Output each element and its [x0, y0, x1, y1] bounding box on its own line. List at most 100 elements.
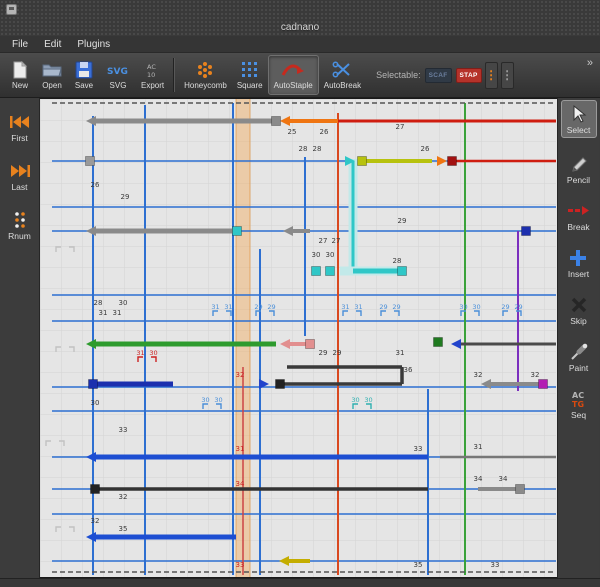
strand-square-endpoint[interactable]	[86, 157, 95, 166]
svg-text:TG: TG	[572, 400, 584, 409]
select-cursor-icon	[569, 104, 589, 124]
seq-tool-button[interactable]: ACTG Seq	[570, 389, 588, 420]
strand-square-endpoint[interactable]	[91, 485, 100, 494]
selectable-scaf-toggle[interactable]: SCAF	[425, 68, 452, 83]
left-tool-panel: First Last Rnum	[0, 98, 40, 578]
autostaple-button[interactable]: AutoStaple	[268, 55, 319, 95]
svg-text:SVG: SVG	[107, 67, 128, 77]
insertion-number: 29	[392, 303, 400, 311]
base-index-label: 34	[474, 475, 483, 483]
main-area: First Last Rnum	[0, 98, 600, 578]
open-button[interactable]: Open	[36, 55, 68, 95]
renumber-icon	[12, 210, 28, 230]
strand-square-endpoint[interactable]	[233, 227, 242, 236]
square-lattice-icon	[241, 61, 259, 80]
insertion-number: 30	[459, 303, 467, 311]
gray-dots-menu-button[interactable]: ⋮	[501, 62, 514, 89]
strand-square-endpoint[interactable]	[448, 157, 457, 166]
strand-square-endpoint[interactable]	[276, 380, 285, 389]
svg-export-button[interactable]: SVG SVG	[100, 55, 136, 95]
cadnano-window: cadnano File Edit Plugins New Open Save	[0, 0, 600, 587]
base-index-label: 28	[299, 145, 308, 153]
first-button[interactable]: First	[9, 112, 31, 143]
insertion-number: 30	[149, 349, 157, 357]
window-title: cadnano	[0, 22, 600, 33]
insert-tool-button[interactable]: Insert	[568, 248, 589, 279]
honeycomb-button[interactable]: Honeycomb	[179, 55, 232, 95]
base-index-label: 27	[319, 237, 328, 245]
base-index-label: 31	[474, 443, 483, 451]
base-index-label: 32	[474, 371, 483, 379]
base-index-label: 34	[499, 475, 508, 483]
skip-tool-button[interactable]: Skip	[570, 295, 588, 326]
strand-square-endpoint[interactable]	[398, 267, 407, 276]
orange-dots-menu-button[interactable]: ⋮	[485, 62, 498, 89]
base-index-label: 30	[91, 399, 100, 407]
strand-square-endpoint[interactable]	[306, 340, 315, 349]
titlebar[interactable]: cadnano	[0, 0, 600, 36]
strand-square-endpoint[interactable]	[516, 485, 525, 494]
base-index-label: 34	[236, 480, 245, 488]
last-button[interactable]: Last	[9, 161, 31, 192]
strand-square-endpoint[interactable]	[312, 267, 321, 276]
base-index-label: 27	[332, 237, 341, 245]
menu-file[interactable]: File	[4, 38, 36, 51]
strand-square-endpoint[interactable]	[434, 338, 443, 347]
base-index-label: 28	[393, 257, 402, 265]
strand-square-endpoint[interactable]	[272, 117, 281, 126]
insertion-number: 30	[214, 396, 222, 404]
square-lattice-button[interactable]: Square	[232, 55, 268, 95]
strand-square-endpoint[interactable]	[539, 380, 548, 389]
svg-text:AC: AC	[147, 63, 156, 71]
selectable-label: Selectable:	[376, 70, 421, 80]
strand-square-endpoint[interactable]	[522, 227, 531, 236]
base-index-label: 33	[491, 561, 500, 569]
base-index-label: 32	[119, 493, 128, 501]
new-button[interactable]: New	[4, 55, 36, 95]
path-view-container: 3131292931312929303029293130303030302526…	[40, 98, 557, 578]
break-tool-button[interactable]: Break	[567, 201, 589, 232]
insertion-number: 30	[351, 396, 359, 404]
toolbar: New Open Save SVG SVG AC10 Export	[0, 53, 600, 98]
base-index-label: 36	[404, 366, 413, 374]
pencil-tool-button[interactable]: Pencil	[567, 154, 590, 185]
base-index-label: 35	[119, 525, 128, 533]
export-button[interactable]: AC10 Export	[136, 55, 169, 95]
base-index-label: 31	[99, 309, 108, 317]
autobreak-button[interactable]: AutoBreak	[319, 55, 366, 95]
rnum-button[interactable]: Rnum	[8, 210, 31, 241]
insertion-number: 29	[514, 303, 522, 311]
base-index-label: 29	[398, 217, 407, 225]
strand-square-endpoint[interactable]	[89, 380, 98, 389]
toolbar-overflow-chevron[interactable]: »	[584, 55, 596, 71]
first-icon	[9, 112, 31, 132]
base-index-label: 33	[414, 445, 423, 453]
save-floppy-icon	[75, 61, 93, 80]
strand-square-endpoint[interactable]	[326, 267, 335, 276]
menu-plugins[interactable]: Plugins	[69, 38, 118, 51]
skip-cross-icon	[570, 295, 588, 315]
bottom-frame	[0, 578, 600, 587]
base-index-label: 27	[396, 123, 405, 131]
select-tool-button[interactable]: Select	[561, 100, 597, 138]
base-index-label: 33	[119, 426, 128, 434]
selectable-stap-toggle[interactable]: STAP	[456, 68, 482, 83]
menu-edit[interactable]: Edit	[36, 38, 69, 51]
insertion-number: 30	[472, 303, 480, 311]
window-menu-icon[interactable]	[6, 4, 17, 15]
svg-icon: SVG	[105, 61, 131, 80]
insertion-number: 29	[267, 303, 275, 311]
autobreak-scissors-icon	[332, 61, 352, 80]
export-sequence-icon: AC10	[144, 61, 162, 80]
strand-square-endpoint[interactable]	[358, 157, 367, 166]
open-folder-icon	[42, 61, 62, 80]
base-index-label: 29	[121, 193, 130, 201]
break-icon	[568, 201, 590, 221]
insertion-number: 31	[136, 349, 144, 357]
svg-text:AC: AC	[572, 391, 584, 400]
insertion-number: 29	[379, 303, 387, 311]
path-view-canvas[interactable]: 3131292931312929303029293130303030302526…	[40, 99, 556, 577]
paint-tool-button[interactable]: Paint	[569, 342, 589, 373]
insertion-number: 31	[341, 303, 349, 311]
save-button[interactable]: Save	[68, 55, 100, 95]
